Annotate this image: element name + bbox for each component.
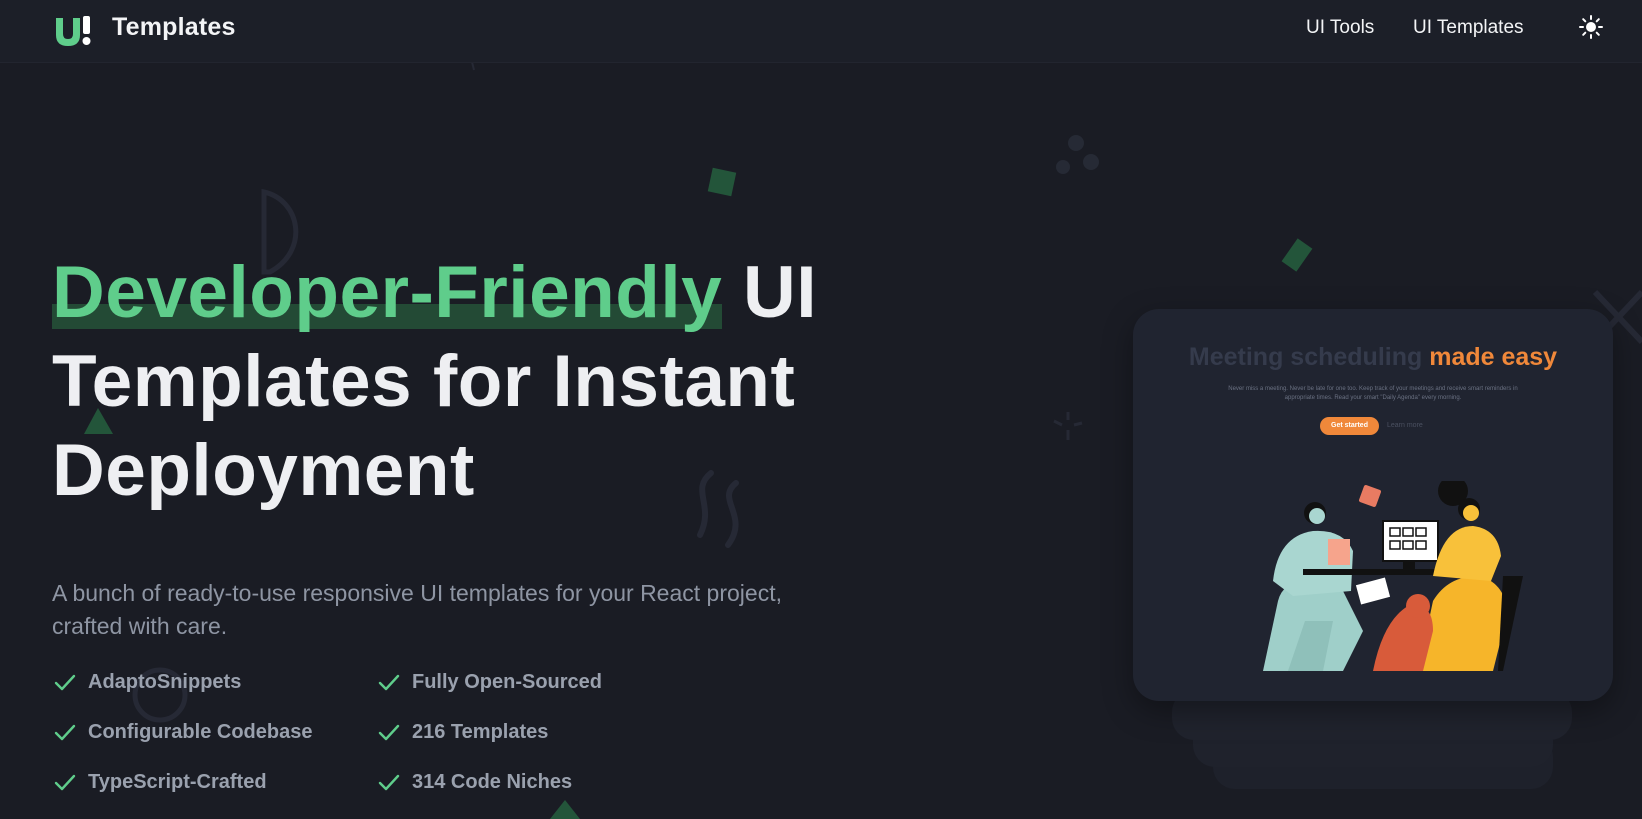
nav-link-ui-templates[interactable]: UI Templates: [1413, 17, 1524, 39]
check-icon: [54, 674, 76, 690]
feature-item: Fully Open-Sourced: [376, 665, 700, 700]
feature-label: TypeScript-Crafted: [88, 771, 267, 793]
nav-link-ui-tools[interactable]: UI Tools: [1306, 17, 1374, 39]
feature-list: AdaptoSnippets Fully Open-Sourced Config…: [52, 665, 702, 800]
hero-title-ui: UI: [743, 252, 818, 333]
preview-text: Never miss a meeting. Never be late for …: [1228, 386, 1518, 401]
check-icon: [54, 774, 76, 790]
feature-item: 216 Templates: [376, 715, 700, 750]
feature-item: 314 Code Niches: [376, 765, 700, 800]
check-icon: [378, 774, 400, 790]
feature-item: AdaptoSnippets: [52, 665, 376, 700]
hero-title-highlight: Developer-Friendly: [52, 252, 723, 333]
preview-learn-more-link[interactable]: Learn more: [1387, 417, 1423, 435]
feature-label: 314 Code Niches: [412, 771, 573, 793]
preview-get-started-button[interactable]: Get started: [1320, 417, 1379, 435]
preview-title: Meeting scheduling made easy: [1188, 343, 1558, 371]
sun-icon[interactable]: [1578, 14, 1604, 40]
check-icon: [378, 674, 400, 690]
hero-description: A bunch of ready-to-use responsive UI te…: [52, 580, 782, 639]
template-preview-card[interactable]: Meeting scheduling made easy Never miss …: [1133, 309, 1613, 701]
feature-item: Configurable Codebase: [52, 715, 376, 750]
feature-label: 216 Templates: [412, 721, 549, 743]
feature-label: Fully Open-Sourced: [412, 671, 603, 693]
top-navbar: Templates UI Tools UI Templates: [0, 0, 1642, 63]
hero-title-line2: Templates for Instant: [52, 341, 796, 422]
check-icon: [54, 724, 76, 740]
ui-logo-icon[interactable]: [54, 14, 92, 48]
brand-name[interactable]: Templates: [112, 13, 236, 42]
check-icon: [378, 724, 400, 740]
feature-item: TypeScript-Crafted: [52, 765, 376, 800]
feature-label: Configurable Codebase: [88, 721, 313, 743]
hero-title-line3: Deployment: [52, 430, 475, 511]
hero-title: Developer-Friendly UI Templates for Inst…: [52, 248, 952, 515]
feature-label: AdaptoSnippets: [88, 671, 242, 693]
meeting-illustration: [1263, 481, 1523, 671]
